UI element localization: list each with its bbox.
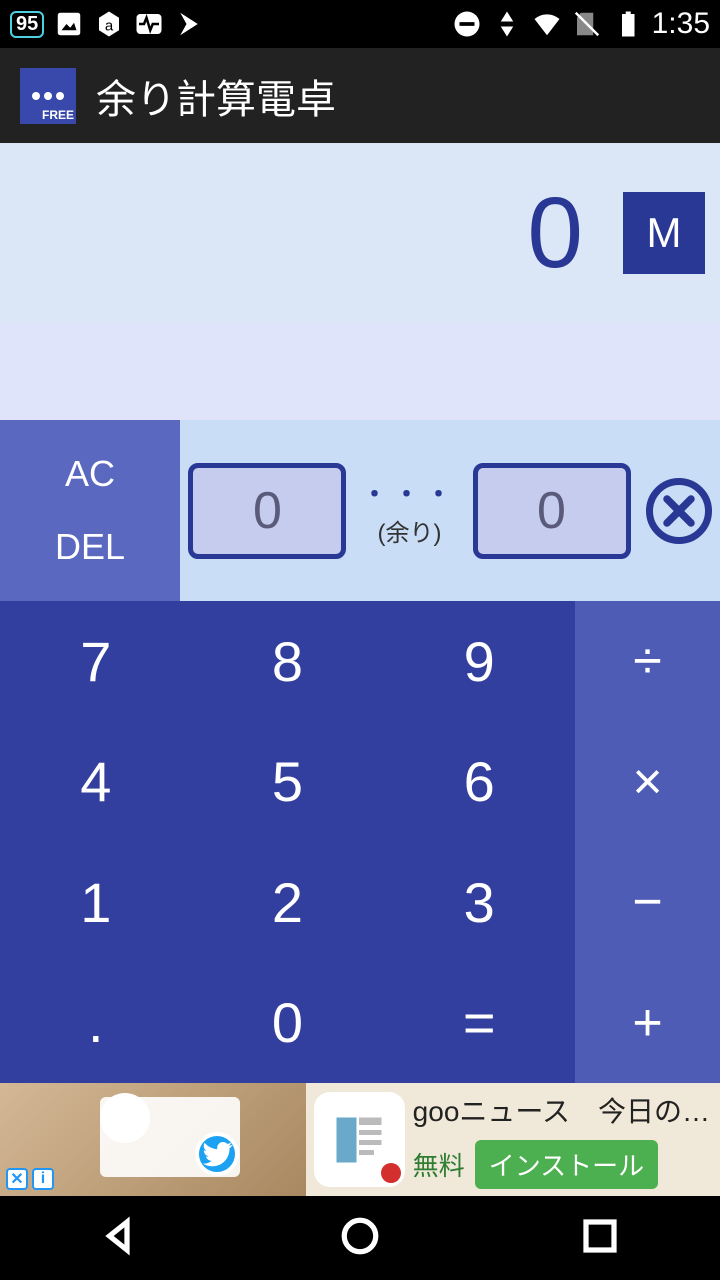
ad-free-label: 無料 <box>413 1146 465 1183</box>
all-clear-button[interactable]: AC <box>65 453 115 495</box>
display-secondary <box>0 323 720 420</box>
keypad: 7 8 9 4 5 6 1 2 3 . 0 = ÷ × − + <box>0 601 720 1083</box>
recent-icon <box>579 1215 621 1257</box>
key-plus[interactable]: + <box>575 963 720 1084</box>
nav-recent-button[interactable] <box>579 1215 621 1262</box>
ad-info-buttons[interactable]: ✕ i <box>6 1168 54 1190</box>
key-6[interactable]: 6 <box>383 722 575 843</box>
key-5[interactable]: 5 <box>192 722 384 843</box>
play-icon <box>174 9 204 39</box>
battery-icon <box>612 9 642 39</box>
ac-del-panel: AC DEL <box>0 420 180 601</box>
key-1[interactable]: 1 <box>0 842 192 963</box>
twitter-icon <box>195 1132 239 1176</box>
nav-back-button[interactable] <box>99 1215 141 1262</box>
status-bar: 95 a 1:35 <box>0 0 720 48</box>
remainder-box[interactable]: 0 <box>473 463 631 559</box>
key-4[interactable]: 4 <box>0 722 192 843</box>
ad-close-icon[interactable]: ✕ <box>6 1168 28 1190</box>
clear-result-button[interactable] <box>646 478 712 544</box>
key-multiply[interactable]: × <box>575 722 720 843</box>
back-icon <box>99 1215 141 1257</box>
no-sim-icon <box>572 9 602 39</box>
memory-button[interactable]: M <box>623 192 705 274</box>
remainder-zone: 0 ・・・ (余り) 0 <box>180 420 720 601</box>
operator-column: ÷ × − + <box>575 601 720 1083</box>
key-3[interactable]: 3 <box>383 842 575 963</box>
ad-banner[interactable]: ✕ i gooニュース 今日の… 無料 インストール <box>0 1083 720 1196</box>
image-icon <box>54 9 84 39</box>
nav-home-button[interactable] <box>339 1215 381 1262</box>
amari-label: (余り) <box>378 513 442 548</box>
key-9[interactable]: 9 <box>383 601 575 722</box>
svg-text:a: a <box>105 17 114 34</box>
alpha-icon: a <box>94 9 124 39</box>
quotient-box[interactable]: 0 <box>188 463 346 559</box>
clock: 1:35 <box>652 7 710 41</box>
key-7[interactable]: 7 <box>0 601 192 722</box>
key-2[interactable]: 2 <box>192 842 384 963</box>
ad-headline: gooニュース 今日の… <box>413 1090 710 1130</box>
app-icon-free-label: FREE <box>42 108 74 122</box>
battery-percent-badge: 95 <box>10 11 44 38</box>
dots-label: ・・・ <box>361 474 457 511</box>
ad-install-button[interactable]: インストール <box>475 1140 658 1189</box>
wifi-icon <box>532 9 562 39</box>
home-icon <box>339 1215 381 1257</box>
app-title: 余り計算電卓 <box>96 67 336 125</box>
key-dot[interactable]: . <box>0 963 192 1084</box>
key-divide[interactable]: ÷ <box>575 601 720 722</box>
heartbeat-icon <box>134 9 164 39</box>
ad-image: ✕ i <box>0 1083 306 1196</box>
key-8[interactable]: 8 <box>192 601 384 722</box>
delete-button[interactable]: DEL <box>55 526 125 568</box>
middle-row: AC DEL 0 ・・・ (余り) 0 <box>0 420 720 601</box>
close-icon <box>661 493 697 529</box>
app-bar: FREE 余り計算電卓 <box>0 48 720 143</box>
display-main: 0 M <box>0 143 720 323</box>
ad-app-icon <box>314 1092 405 1187</box>
app-icon: FREE <box>20 68 76 124</box>
ad-info-icon[interactable]: i <box>32 1168 54 1190</box>
key-equals[interactable]: = <box>383 963 575 1084</box>
dnd-icon <box>452 9 482 39</box>
digit-grid: 7 8 9 4 5 6 1 2 3 . 0 = <box>0 601 575 1083</box>
key-0[interactable]: 0 <box>192 963 384 1084</box>
display-value: 0 <box>527 176 593 291</box>
sync-icon <box>492 9 522 39</box>
remainder-label-group: ・・・ (余り) <box>361 474 457 548</box>
system-nav-bar <box>0 1196 720 1280</box>
key-minus[interactable]: − <box>575 842 720 963</box>
